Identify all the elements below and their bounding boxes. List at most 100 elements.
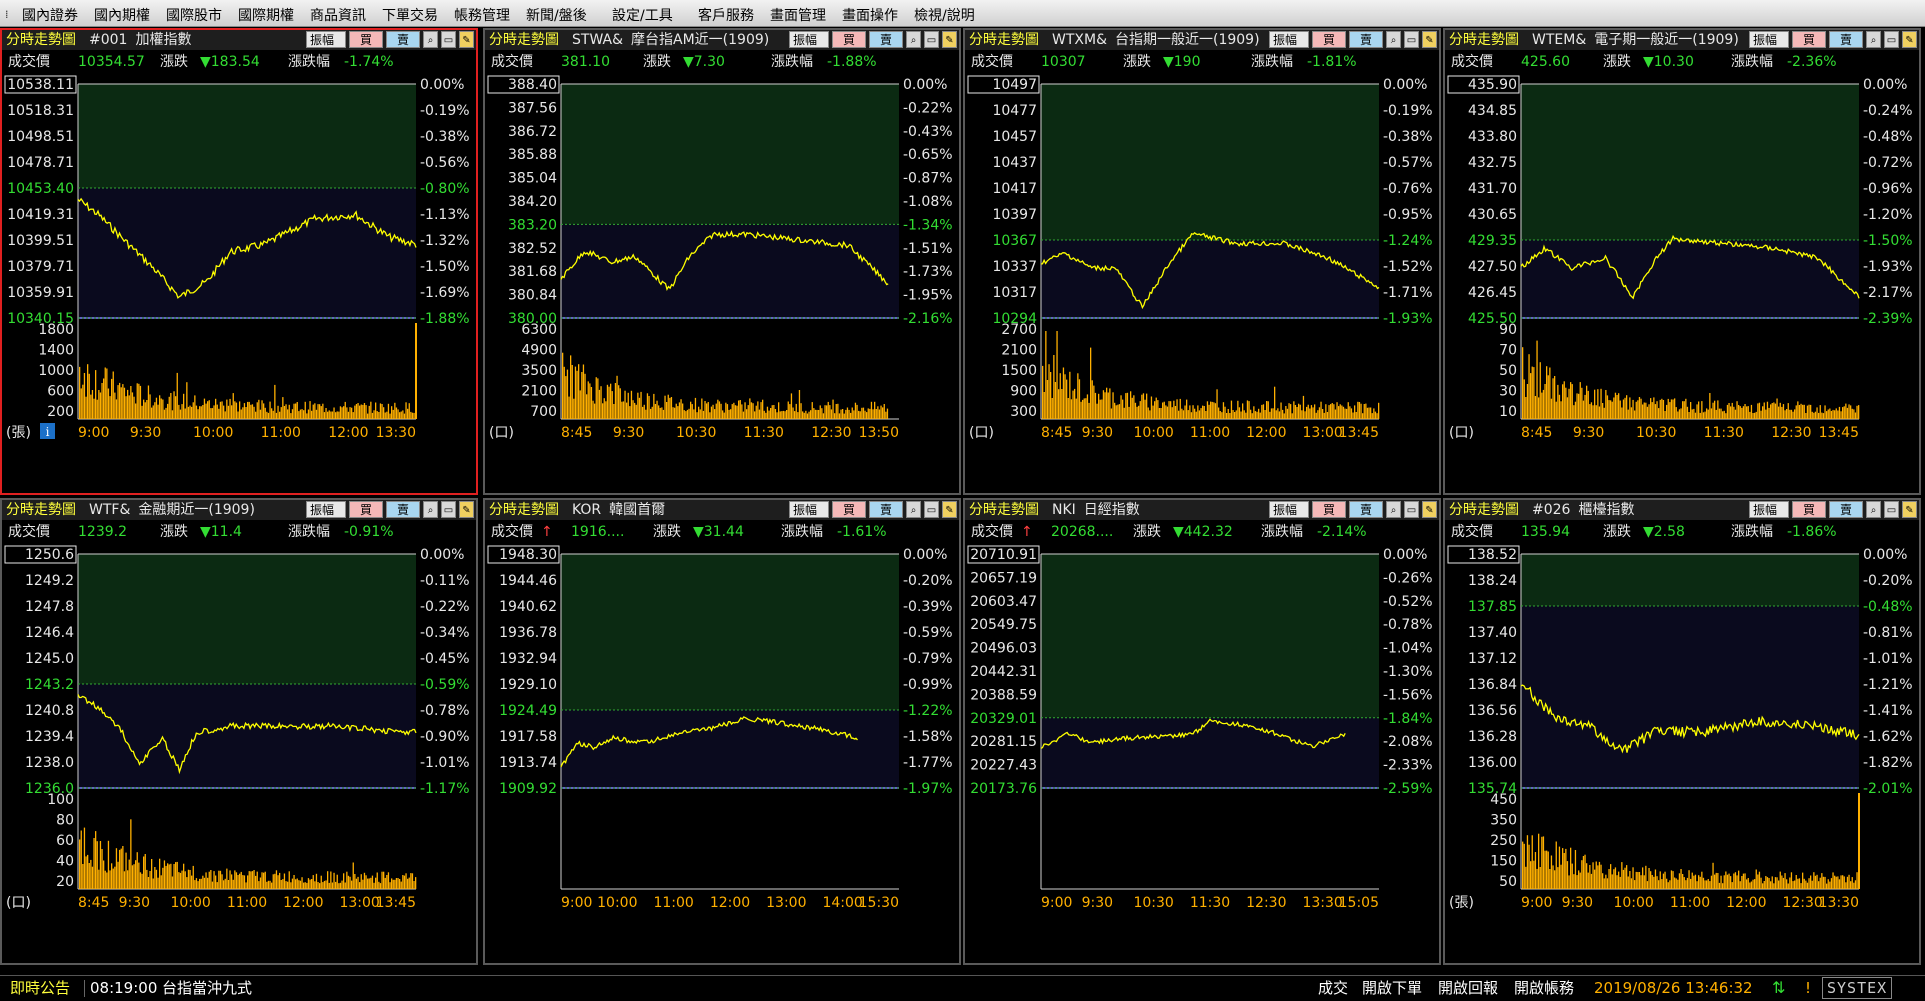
- x-tick-label: 12:30: [1782, 895, 1822, 911]
- settings-icon[interactable]: ✎: [942, 31, 957, 48]
- sell-button[interactable]: 賣: [1829, 501, 1863, 518]
- intraday-chart[interactable]: 138.52 0.00%138.24 -0.20%137.85 -0.48%137.4…: [1445, 544, 1919, 963]
- print-icon[interactable]: ▭: [1404, 501, 1419, 518]
- volume-bar: [189, 870, 191, 889]
- chart-panel-4[interactable]: 分時走勢圖 WTF& 金融期近一(1909) 振幅買賣 ⌕ ▭ ✎ 成交價 1239.2 漲跌 ▼1…: [0, 498, 478, 965]
- menu-item-3[interactable]: 國際期權: [238, 5, 294, 25]
- search-icon[interactable]: ⌕: [906, 501, 921, 518]
- amplitude-button[interactable]: 振幅: [789, 501, 829, 518]
- chart-panel-7[interactable]: 分時走勢圖 #026 櫃檯指數 振幅買賣 ⌕ ▭ ✎ 成交價 135.94 漲跌 ▼2.58 漲跌幅 -…: [1443, 498, 1921, 965]
- intraday-chart[interactable]: 1250.6 0.00%1249.2 -0.11%1247.8 -0.22%1246.…: [2, 544, 476, 963]
- intraday-chart[interactable]: 10497 0.00%10477 -0.19%10457 -0.38%10437 -0.…: [965, 74, 1439, 493]
- amplitude-button[interactable]: 振幅: [1269, 501, 1309, 518]
- volume-bar: [407, 878, 409, 889]
- print-icon[interactable]: ▭: [1884, 31, 1899, 48]
- volume-bar: [1738, 870, 1740, 889]
- intraday-chart[interactable]: 10538.11 0.00%10518.31 -0.19%10498.51 -0.38…: [2, 74, 476, 493]
- chart-panel-2[interactable]: 分時走勢圖 WTXM& 台指期一般近一(1909) 振幅買賣 ⌕ ▭ ✎ 成交價 10307 漲跌…: [963, 28, 1441, 495]
- sell-button[interactable]: 賣: [869, 31, 903, 48]
- buy-button[interactable]: 買: [1312, 501, 1346, 518]
- sell-button[interactable]: 賣: [869, 501, 903, 518]
- settings-icon[interactable]: ✎: [1422, 31, 1437, 48]
- buy-button[interactable]: 買: [1792, 501, 1826, 518]
- menu-item-4[interactable]: 商品資訊: [310, 5, 366, 25]
- buy-button[interactable]: 買: [1312, 31, 1346, 48]
- buy-button[interactable]: 買: [349, 501, 383, 518]
- volume-bar: [1235, 410, 1237, 419]
- search-icon[interactable]: ⌕: [1866, 501, 1881, 518]
- y-right-tick-label: -2.33%: [1383, 758, 1433, 774]
- print-icon[interactable]: ▭: [441, 501, 456, 518]
- amplitude-button[interactable]: 振幅: [1269, 31, 1309, 48]
- search-icon[interactable]: ⌕: [1386, 31, 1401, 48]
- chart-panel-3[interactable]: 分時走勢圖 WTEM& 電子期一般近一(1909) 振幅買賣 ⌕ ▭ ✎ 成交價 425.60 漲…: [1443, 28, 1921, 495]
- search-icon[interactable]: ⌕: [423, 501, 438, 518]
- print-icon[interactable]: ▭: [924, 501, 939, 518]
- menu-item-12[interactable]: 檢視/說明: [914, 5, 975, 25]
- menu-item-11[interactable]: 畫面操作: [842, 5, 898, 25]
- settings-icon[interactable]: ✎: [942, 501, 957, 518]
- print-icon[interactable]: ▭: [441, 31, 456, 48]
- search-icon[interactable]: ⌕: [1386, 501, 1401, 518]
- settings-icon[interactable]: ✎: [1422, 501, 1437, 518]
- menu-item-0[interactable]: 國內證券: [22, 5, 78, 25]
- menu-item-8[interactable]: 設定/工具: [612, 5, 673, 25]
- volume-bar: [221, 401, 223, 419]
- intraday-chart[interactable]: 435.90 0.00%434.85 -0.24%433.80 -0.48%432.7…: [1445, 74, 1919, 493]
- amplitude-button[interactable]: 振幅: [306, 31, 346, 48]
- search-icon[interactable]: ⌕: [1866, 31, 1881, 48]
- sell-button[interactable]: 賣: [1349, 501, 1383, 518]
- volume-bar: [1736, 875, 1738, 889]
- buy-button[interactable]: 買: [1792, 31, 1826, 48]
- status-fill-button[interactable]: 成交: [1318, 976, 1348, 1000]
- sell-button[interactable]: 賣: [386, 501, 420, 518]
- volume-bar: [728, 409, 730, 419]
- print-icon[interactable]: ▭: [924, 31, 939, 48]
- y-tick-label: 1929.10: [499, 677, 557, 693]
- menu-item-5[interactable]: 下單交易: [382, 5, 438, 25]
- menu-item-6[interactable]: 帳務管理: [454, 5, 510, 25]
- buy-button[interactable]: 買: [832, 31, 866, 48]
- chart-panel-0[interactable]: 分時走勢圖 #001 加權指數 振幅買賣 ⌕ ▭ ✎ 成交價 10354.57 漲跌 ▼183.54…: [0, 28, 478, 495]
- chart-panel-5[interactable]: 分時走勢圖 KOR 韓國首爾 振幅買賣 ⌕ ▭ ✎ 成交價 ↑ 1916.... 漲跌 ▼31.44 漲…: [483, 498, 961, 965]
- volume-bar: [1690, 402, 1692, 419]
- print-icon[interactable]: ▭: [1404, 31, 1419, 48]
- y-tick-label: 10538.11: [7, 77, 74, 93]
- volume-bar: [1219, 411, 1221, 419]
- sell-button[interactable]: 賣: [1829, 31, 1863, 48]
- volume-bar: [613, 404, 615, 419]
- amplitude-button[interactable]: 振幅: [1749, 501, 1789, 518]
- sell-button[interactable]: 賣: [1349, 31, 1383, 48]
- menu-item-2[interactable]: 國際股市: [166, 5, 222, 25]
- notice-message[interactable]: 台指當沖九式: [162, 976, 252, 1000]
- settings-icon[interactable]: ✎: [1902, 501, 1917, 518]
- intraday-chart[interactable]: 388.40 0.00%387.56 -0.22%386.72 -0.43%385.8…: [485, 74, 959, 493]
- menu-item-10[interactable]: 畫面管理: [770, 5, 826, 25]
- open-order-button[interactable]: 開啟下單: [1362, 976, 1422, 1000]
- settings-icon[interactable]: ✎: [459, 501, 474, 518]
- sell-button[interactable]: 賣: [386, 31, 420, 48]
- buy-button[interactable]: 買: [349, 31, 383, 48]
- volume-bar: [119, 849, 121, 889]
- chart-panel-6[interactable]: 分時走勢圖 NKI 日經指數 振幅買賣 ⌕ ▭ ✎ 成交價 ↑ 20268.... 漲跌 ▼442.3…: [963, 498, 1441, 965]
- print-icon[interactable]: ▭: [1884, 501, 1899, 518]
- amplitude-button[interactable]: 振幅: [306, 501, 346, 518]
- volume-bar: [590, 387, 593, 419]
- settings-icon[interactable]: ✎: [1902, 31, 1917, 48]
- volume-bar: [1554, 376, 1556, 419]
- intraday-chart[interactable]: 1948.30 0.00%1944.46 -0.20%1940.62 -0.39%19…: [485, 544, 959, 963]
- menu-item-1[interactable]: 國內期權: [94, 5, 150, 25]
- intraday-chart[interactable]: 20710.91 0.00%20657.19 -0.26%20603.47 -0.52…: [965, 544, 1439, 963]
- price-value: 10354.57: [78, 54, 145, 70]
- open-account-button[interactable]: 開啟帳務: [1514, 976, 1574, 1000]
- menu-item-7[interactable]: 新聞/盤後: [526, 5, 587, 25]
- open-report-button[interactable]: 開啟回報: [1438, 976, 1498, 1000]
- chart-panel-1[interactable]: 分時走勢圖 STWA& 摩台指AM近一(1909) 振幅買賣 ⌕ ▭ ✎ 成交價 381.10 漲…: [483, 28, 961, 495]
- buy-button[interactable]: 買: [832, 501, 866, 518]
- menu-item-9[interactable]: 客戶服務: [698, 5, 754, 25]
- settings-icon[interactable]: ✎: [459, 31, 474, 48]
- search-icon[interactable]: ⌕: [906, 31, 921, 48]
- search-icon[interactable]: ⌕: [423, 31, 438, 48]
- amplitude-button[interactable]: 振幅: [1749, 31, 1789, 48]
- amplitude-button[interactable]: 振幅: [789, 31, 829, 48]
